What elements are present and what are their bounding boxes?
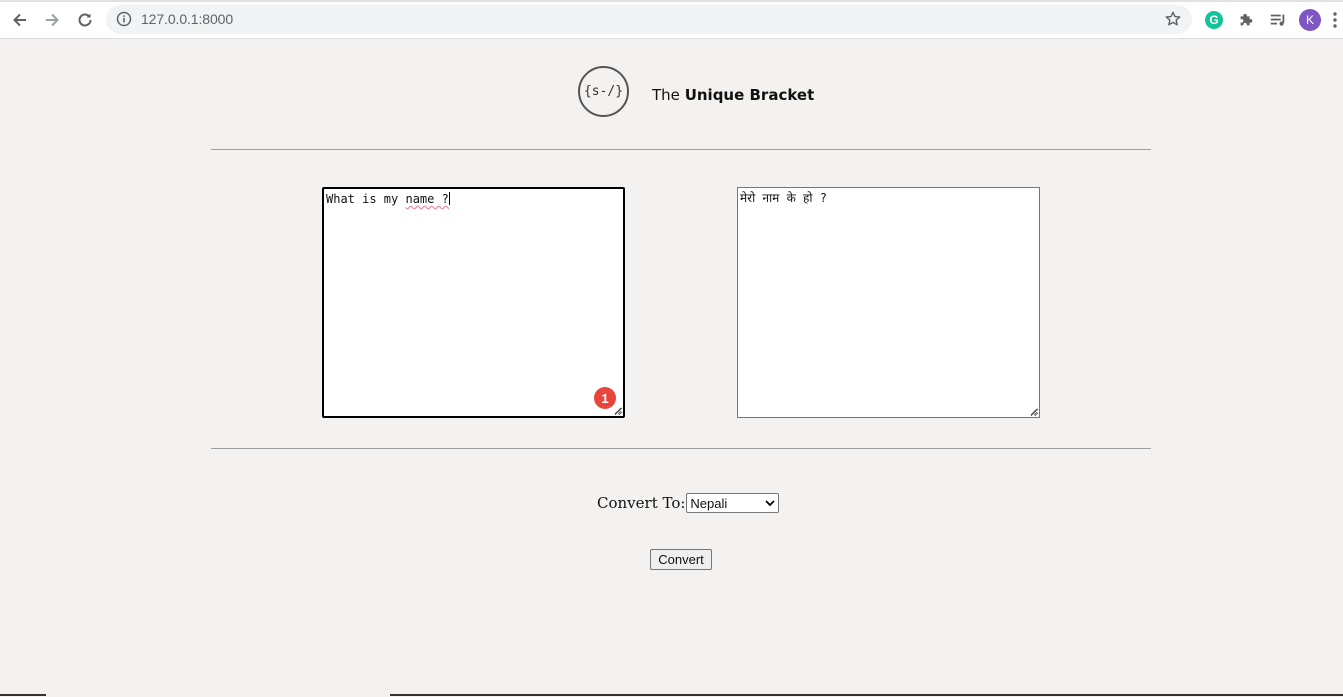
translated-text-output[interactable]: मेरो नाम के हो ? xyxy=(737,187,1040,418)
grammarly-issue-badge[interactable]: 1 xyxy=(594,387,616,409)
back-arrow-icon xyxy=(13,13,26,27)
top-divider xyxy=(211,149,1151,150)
convert-to-row: Convert To: Nepali xyxy=(597,493,780,513)
url-text: 127.0.0.1:8000 xyxy=(141,11,234,27)
forward-button[interactable] xyxy=(40,8,64,32)
reading-list-icon xyxy=(1270,14,1285,26)
extensions-button[interactable] xyxy=(1236,10,1256,30)
source-text: What is my name ? xyxy=(326,192,449,206)
reload-icon xyxy=(78,13,92,27)
source-text-plain: What is my xyxy=(326,192,406,206)
brand-name: Unique Bracket xyxy=(684,86,815,104)
grammarly-icon: G xyxy=(1205,11,1223,29)
grammarly-extension-button[interactable]: G xyxy=(1204,10,1224,30)
site-logo: {s-/} xyxy=(578,66,629,117)
chevron-down-icon xyxy=(765,500,776,507)
profile-avatar[interactable]: K xyxy=(1299,9,1321,31)
logo-text: {s-/} xyxy=(583,84,624,99)
reading-list-button[interactable] xyxy=(1268,10,1288,30)
translated-text: मेरो नाम के हो ? xyxy=(740,191,827,205)
source-text-flagged: name ? xyxy=(405,192,449,206)
reload-button[interactable] xyxy=(73,8,97,32)
brand-prefix: The xyxy=(652,86,680,104)
convert-to-label: Convert To: xyxy=(597,494,686,512)
resize-grip-icon[interactable] xyxy=(1030,408,1038,416)
language-selected: Nepali xyxy=(690,495,728,511)
window-edge-left xyxy=(0,694,46,696)
brand-title: The Unique Bracket xyxy=(652,86,814,104)
puzzle-icon xyxy=(1240,13,1253,26)
language-select[interactable]: Nepali xyxy=(686,493,780,513)
source-text-input[interactable]: What is my name ? xyxy=(322,187,625,418)
bottom-divider xyxy=(211,448,1151,449)
tab-strip-edge xyxy=(0,0,1343,2)
browser-toolbar: 127.0.0.1:8000 G K xyxy=(0,0,1343,39)
window-edge-right xyxy=(390,694,1343,696)
info-icon[interactable] xyxy=(116,11,132,27)
text-caret xyxy=(448,192,450,205)
convert-button[interactable]: Convert xyxy=(650,549,712,570)
star-icon[interactable] xyxy=(1164,10,1182,28)
back-button[interactable] xyxy=(8,8,32,32)
resize-grip-icon[interactable] xyxy=(614,407,622,415)
forward-arrow-icon xyxy=(46,13,59,27)
address-bar[interactable]: 127.0.0.1:8000 xyxy=(106,5,1192,34)
kebab-menu-icon[interactable] xyxy=(1332,11,1338,29)
